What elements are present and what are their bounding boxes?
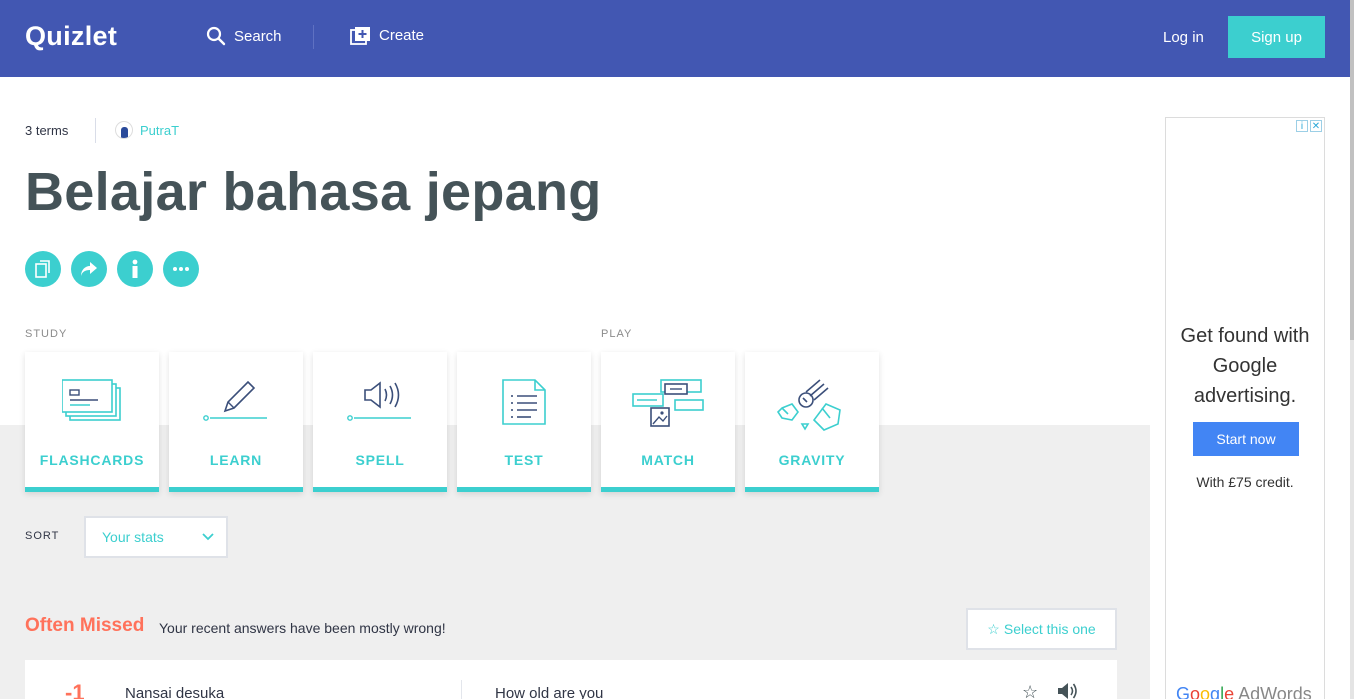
star-icon: ☆ <box>987 620 1000 637</box>
chevron-down-icon <box>202 533 214 541</box>
select-this-one-button[interactable]: ☆ Select this one <box>966 608 1117 650</box>
create-icon <box>350 27 370 45</box>
match-icon <box>632 379 704 427</box>
flashcards-icon <box>62 379 121 421</box>
quizlet-logo[interactable]: Quizlet <box>25 21 117 52</box>
mode-flashcards[interactable]: FLASHCARDS <box>25 352 159 492</box>
top-nav-bar: Quizlet Search Create Log in Sign up <box>0 0 1350 77</box>
spell-icon <box>347 381 411 421</box>
nav-divider <box>313 25 314 49</box>
learn-label: LEARN <box>209 452 263 468</box>
spell-label: SPELL <box>355 452 405 468</box>
mode-spell[interactable]: SPELL <box>313 352 447 492</box>
play-section-label: PLAY <box>601 328 633 340</box>
copy-icon <box>35 260 50 278</box>
ad-close-icon[interactable]: ✕ <box>1310 120 1322 132</box>
page-title: Belajar bahasa jepang <box>25 162 602 222</box>
more-icon <box>173 267 189 271</box>
ad-headline: Get found with Google advertising. <box>1180 325 1310 407</box>
scrollbar-thumb[interactable] <box>1350 0 1354 340</box>
sort-selected-value: Your stats <box>102 529 164 545</box>
learn-icon <box>203 380 267 421</box>
gravity-label: GRAVITY <box>778 452 846 468</box>
share-button[interactable] <box>71 251 107 287</box>
info-button[interactable] <box>117 251 153 287</box>
table-row: -1 Nansai desuka How old are you ☆ <box>25 660 1117 699</box>
term-word: Nansai desuka <box>125 685 225 699</box>
create-nav-button[interactable]: Create <box>350 26 424 45</box>
ad-start-now-button[interactable]: Start now <box>1193 422 1299 456</box>
ad-credit-text: With £75 credit. <box>1196 474 1294 490</box>
star-icon[interactable]: ☆ <box>1022 682 1038 699</box>
flashcards-label: FLASHCARDS <box>39 452 145 468</box>
study-section-label: STUDY <box>25 328 68 340</box>
search-label: Search <box>234 27 282 45</box>
term-divider <box>461 680 462 699</box>
author-link[interactable]: PutraT <box>115 121 179 139</box>
ad-choices[interactable]: i ✕ <box>1294 120 1322 132</box>
info-icon <box>132 259 138 278</box>
select-this-one-label: Select this one <box>1003 621 1096 637</box>
term-miss-count: -1 <box>65 680 85 699</box>
sort-dropdown[interactable]: Your stats <box>84 516 228 558</box>
signup-button[interactable]: Sign up <box>1228 16 1325 58</box>
login-link[interactable]: Log in <box>1163 29 1204 46</box>
search-icon <box>206 26 226 46</box>
avatar <box>115 121 133 139</box>
terms-count: 3 terms <box>25 123 69 138</box>
mode-learn[interactable]: LEARN <box>169 352 303 492</box>
audio-icon[interactable] <box>1057 682 1077 699</box>
set-actions <box>25 251 209 287</box>
page-scrollbar[interactable] <box>1350 0 1354 699</box>
match-label: MATCH <box>641 452 695 468</box>
gravity-icon <box>776 379 841 431</box>
test-label: TEST <box>504 452 544 468</box>
test-icon <box>502 379 546 425</box>
search-nav-button[interactable]: Search <box>206 26 282 46</box>
term-definition: How old are you <box>495 685 604 699</box>
ad-info-icon[interactable]: i <box>1296 120 1308 132</box>
often-missed-heading: Often Missed <box>25 615 145 636</box>
author-name: PutraT <box>140 122 180 138</box>
often-missed-subtitle: Your recent answers have been mostly wro… <box>159 620 446 636</box>
more-button[interactable] <box>163 251 199 287</box>
create-label: Create <box>379 27 425 44</box>
copy-button[interactable] <box>25 251 61 287</box>
meta-divider <box>95 118 96 143</box>
share-icon <box>81 262 97 276</box>
google-adwords-logo: Google AdWords <box>1176 684 1312 699</box>
mode-test[interactable]: TEST <box>457 352 591 492</box>
mode-gravity[interactable]: GRAVITY <box>745 352 879 492</box>
sort-label: SORT <box>25 530 60 542</box>
mode-match[interactable]: MATCH <box>601 352 735 492</box>
google-ad-banner[interactable]: i ✕ Get found with Google advertising. S… <box>1165 117 1325 699</box>
